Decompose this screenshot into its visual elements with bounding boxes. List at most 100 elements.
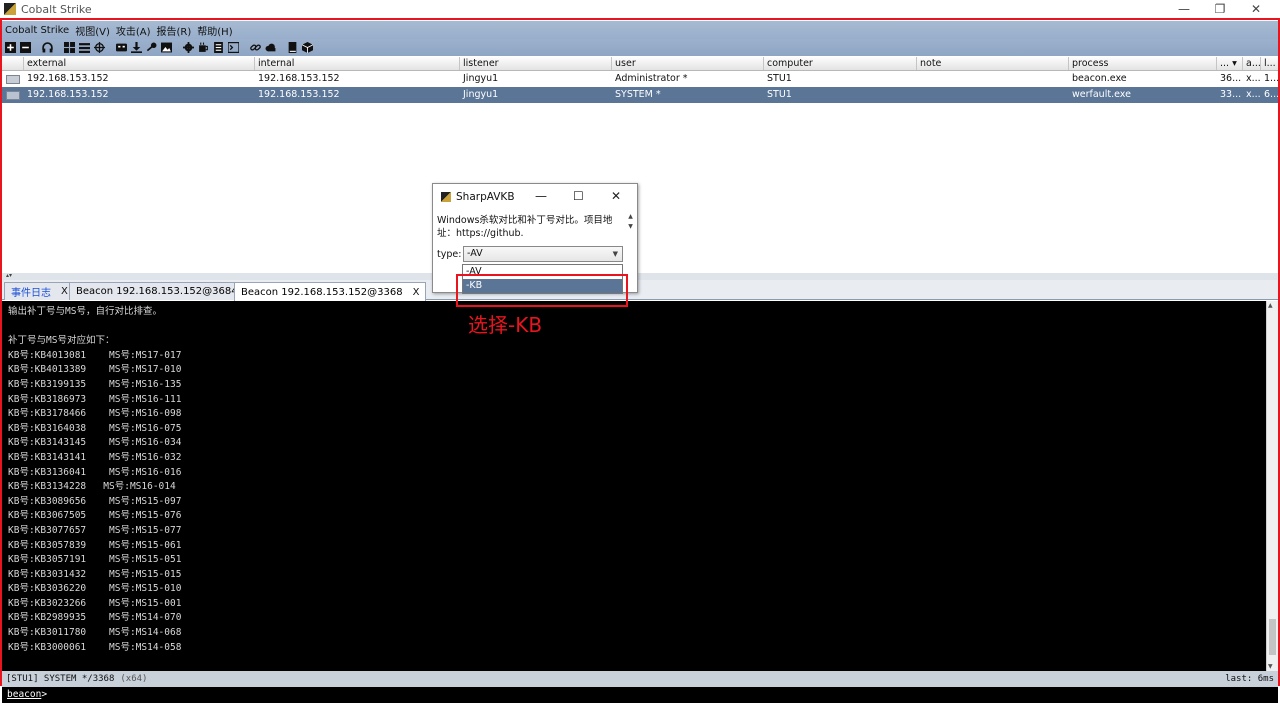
console-line: KB号:KB3143145 MS号:MS16-034 — [8, 437, 182, 449]
headphones-icon[interactable] — [41, 42, 53, 54]
console-scrollbar[interactable]: ▲ ▼ — [1266, 301, 1278, 671]
console-line: KB号:KB3164038 MS号:MS16-075 — [8, 422, 182, 434]
scrollbar-thumb[interactable] — [1269, 619, 1276, 655]
console-line: KB号:KB3000061 MS号:MS14-058 — [8, 641, 182, 653]
key-icon[interactable] — [145, 42, 157, 54]
col-pid[interactable]: ... ▾ — [1217, 57, 1243, 70]
col-listener[interactable]: listener — [460, 57, 612, 70]
cube-icon[interactable] — [301, 42, 313, 54]
console-line: KB号:KB3023266 MS号:MS15-001 — [8, 597, 182, 609]
beacon-command-input[interactable]: beacon> — [2, 687, 1278, 703]
crosshair-icon[interactable] — [93, 42, 105, 54]
col-external[interactable]: external — [24, 57, 255, 70]
console-line: KB号:KB4013081 MS号:MS17-017 — [8, 349, 182, 361]
menu-view[interactable]: 视图(V) — [72, 23, 113, 38]
link-icon[interactable] — [249, 42, 261, 54]
dialog-minimize-button[interactable]: — — [535, 189, 547, 203]
cell-arch: x... — [1246, 89, 1261, 100]
console-line: KB号:KB3143141 MS号:MS16-032 — [8, 451, 182, 463]
type-select[interactable]: -AV ▼ — [463, 246, 623, 262]
download-icon[interactable] — [130, 42, 142, 54]
dialog-titlebar[interactable]: SharpAVKB — ☐ ✕ — [433, 184, 637, 210]
keys-icon[interactable] — [115, 42, 127, 54]
cell-pid: 33... — [1220, 89, 1242, 100]
col-pid-label: ... — [1220, 58, 1230, 69]
cobalt-strike-logo-icon — [441, 192, 451, 202]
console-line: KB号:KB3136041 MS号:MS16-016 — [8, 466, 182, 478]
computer-icon — [6, 74, 20, 84]
terminal-icon[interactable] — [227, 42, 239, 54]
cell-internal: 192.168.153.152 — [258, 89, 340, 100]
cell-computer: STU1 — [767, 73, 792, 84]
console-line: KB号:KB3178466 MS号:MS16-098 — [8, 408, 182, 420]
col-computer[interactable]: computer — [764, 57, 917, 70]
col-arch[interactable]: a... — [1243, 57, 1261, 70]
minimize-button[interactable]: — — [1166, 0, 1202, 18]
dialog-maximize-button[interactable]: ☐ — [573, 189, 584, 203]
col-note[interactable]: note — [917, 57, 1069, 70]
console-line: KB号:KB3011780 MS号:MS14-068 — [8, 627, 182, 639]
gear-icon[interactable] — [182, 42, 194, 54]
coffee-icon[interactable] — [197, 42, 209, 54]
tab-close-button[interactable]: X — [61, 286, 68, 297]
list-icon[interactable] — [78, 42, 90, 54]
chevron-down-icon[interactable]: ▼ — [613, 247, 618, 261]
beacon-status-bar: [STU1] SYSTEM */3368 (x64) last: 6ms — [2, 671, 1278, 687]
console-line: KB号:KB2989935 MS号:MS14-070 — [8, 612, 182, 624]
menu-attacks[interactable]: 攻击(A) — [113, 23, 154, 38]
table-row[interactable]: 192.168.153.152 192.168.153.152 Jingyu1 … — [2, 87, 1278, 103]
col-icon[interactable] — [2, 57, 24, 70]
scroll-down-icon[interactable]: ▼ — [1268, 663, 1273, 670]
menu-help[interactable]: 帮助(H) — [194, 23, 235, 38]
minus-icon[interactable] — [19, 42, 31, 54]
console-line: KB号:KB4013389 MS号:MS17-010 — [8, 364, 182, 376]
status-arch: (x64) — [120, 674, 148, 684]
cobalt-strike-logo-icon — [4, 3, 16, 15]
document-icon[interactable] — [212, 42, 224, 54]
col-process[interactable]: process — [1069, 57, 1217, 70]
cell-external: 192.168.153.152 — [27, 89, 109, 100]
tab-beacon-3684[interactable]: Beacon 192.168.153.152@3684 X — [69, 282, 262, 300]
status-session: [STU1] SYSTEM */3368 — [6, 674, 115, 684]
console-line: KB号:KB3089656 MS号:MS15-097 — [8, 495, 182, 507]
plus-icon[interactable] — [4, 42, 16, 54]
table-row[interactable]: 192.168.153.152 192.168.153.152 Jingyu1 … — [2, 71, 1278, 87]
cell-last: 1... — [1264, 73, 1278, 84]
col-last[interactable]: l... — [1261, 57, 1278, 70]
beacon-console-output[interactable]: 输出补丁号与MS号，自行对比排查。 补丁号与MS号对应如下： KB号:KB40130… — [2, 301, 1266, 671]
console-line: KB号:KB3067505 MS号:MS15-076 — [8, 510, 182, 522]
annotation-label: 选择-KB — [468, 313, 543, 337]
cloud-icon[interactable] — [264, 42, 276, 54]
book-icon[interactable] — [286, 42, 298, 54]
dialog-close-button[interactable]: ✕ — [611, 189, 621, 203]
description-scrollbar[interactable]: ▲ ▼ — [626, 212, 635, 240]
cell-listener: Jingyu1 — [463, 89, 499, 100]
tab-close-button[interactable]: X — [413, 287, 420, 298]
cell-arch: x... — [1246, 73, 1261, 84]
scroll-up-icon[interactable]: ▲ — [1268, 302, 1273, 309]
menubar: Cobalt Strike 视图(V) 攻击(A) 报告(R) 帮助(H) — [2, 21, 1278, 39]
console-line: KB号:KB3077657 MS号:MS15-077 — [8, 524, 182, 536]
restore-button[interactable]: ❐ — [1202, 0, 1238, 18]
cell-process: werfault.exe — [1072, 89, 1131, 100]
sort-desc-icon: ▾ — [1232, 58, 1237, 69]
window-titlebar: Cobalt Strike — ❐ ✕ — [0, 0, 1280, 18]
dialog-description: Windows杀软对比和补丁号对比。项目地址：https://github. — [437, 215, 613, 239]
col-internal[interactable]: internal — [255, 57, 460, 70]
close-button[interactable]: ✕ — [1238, 0, 1274, 18]
cell-last: 6... — [1264, 89, 1278, 100]
tab-label: Beacon 192.168.153.152@3368 — [241, 286, 403, 298]
console-line: KB号:KB3036220 MS号:MS15-010 — [8, 583, 182, 595]
menu-reporting[interactable]: 报告(R) — [154, 23, 195, 38]
tab-beacon-3368[interactable]: Beacon 192.168.153.152@3368 X — [234, 282, 427, 301]
prompt-label: beacon — [7, 689, 42, 700]
menu-cobalt-strike[interactable]: Cobalt Strike — [2, 25, 72, 36]
col-user[interactable]: user — [612, 57, 764, 70]
targets-icon[interactable] — [63, 42, 75, 54]
computer-lightning-icon — [6, 90, 20, 100]
prompt-symbol: > — [41, 689, 48, 700]
split-pane-divider[interactable]: ▴▾ — [2, 273, 1278, 280]
tab-event-log[interactable]: 事件日志 X — [4, 282, 75, 300]
image-icon[interactable] — [160, 42, 172, 54]
console-line: 补丁号与MS号对应如下： — [8, 335, 115, 347]
